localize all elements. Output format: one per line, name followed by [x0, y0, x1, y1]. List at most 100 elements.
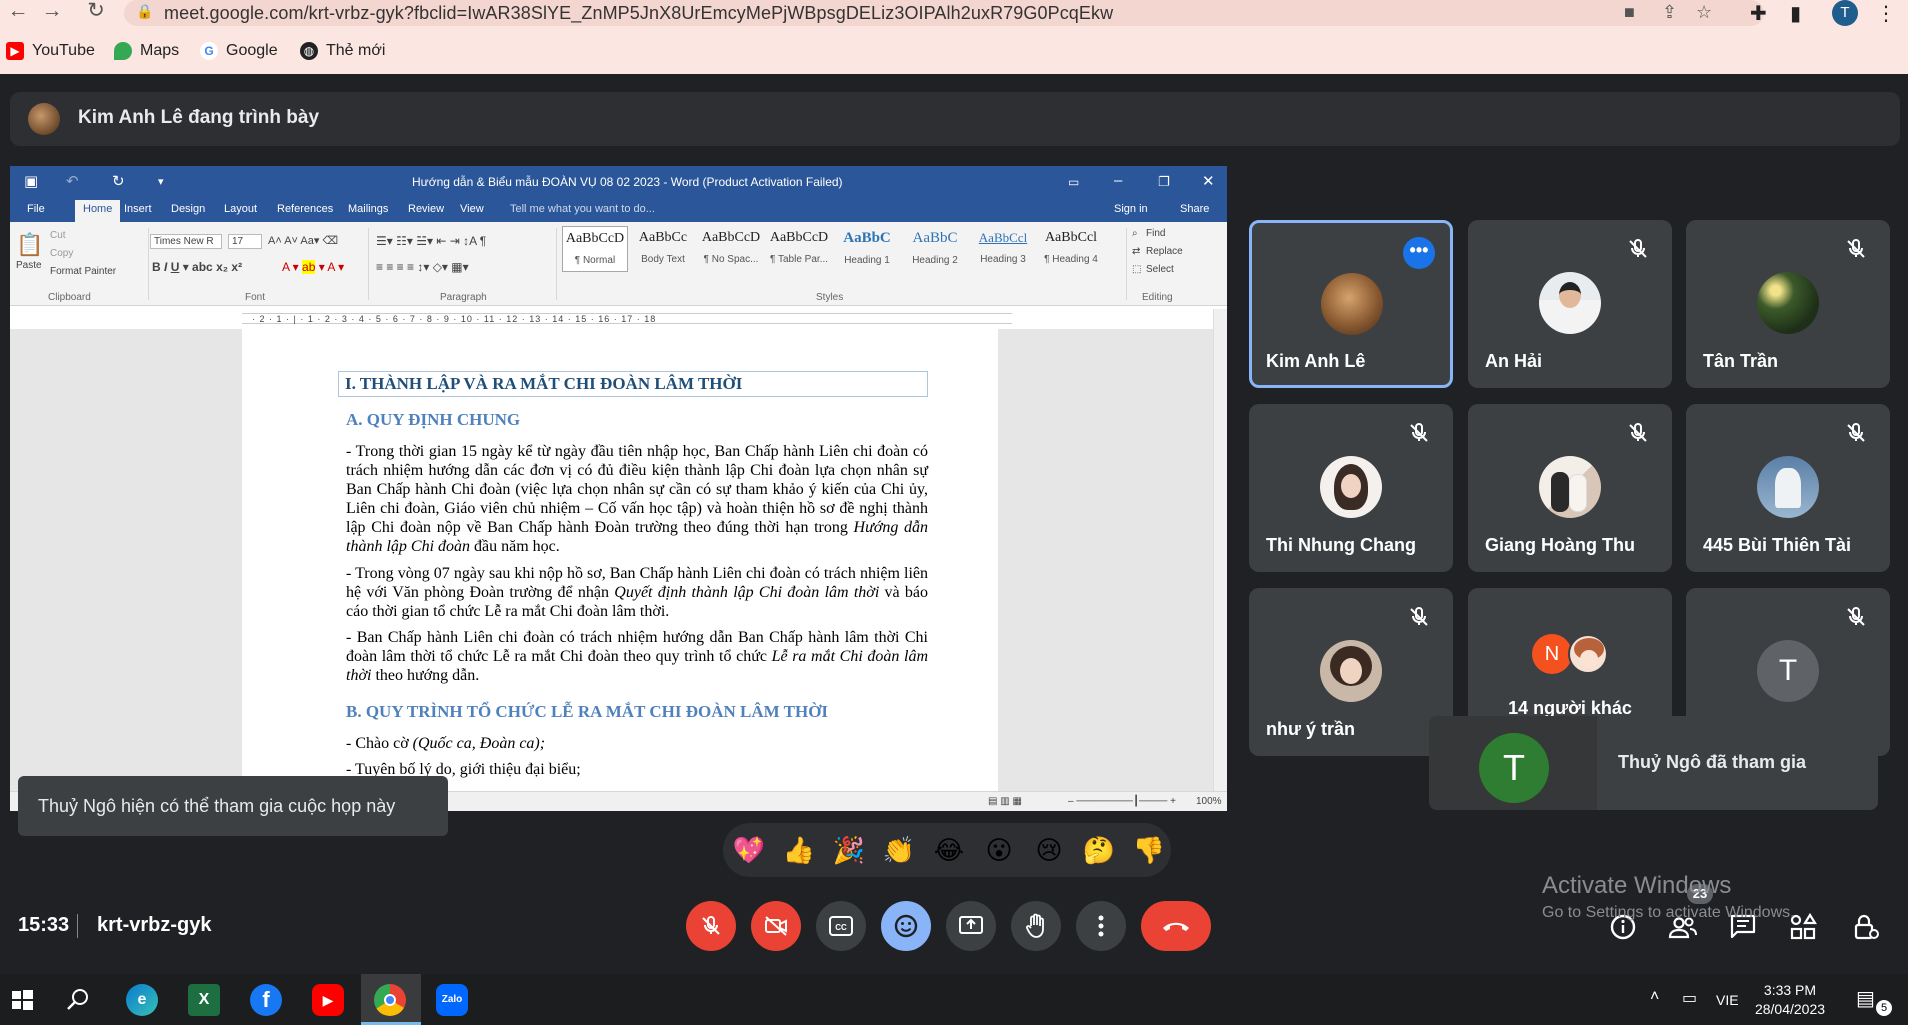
hand-icon	[1026, 913, 1044, 938]
reaction-thumbs-down[interactable]: 👎	[1131, 832, 1167, 868]
reaction-thinking[interactable]: 🤔	[1081, 832, 1117, 868]
word-title-bar: ▣ ↶ ↻ ▾ Hướng dẫn & Biểu mẫu ĐOÀN VỤ 08 …	[10, 166, 1227, 198]
mic-toggle-button[interactable]	[686, 901, 736, 951]
reactions-button[interactable]	[881, 901, 931, 951]
cut-label: Cut	[50, 230, 66, 241]
ribbon-divider	[368, 228, 369, 300]
leave-call-button[interactable]	[1141, 901, 1211, 951]
doc-paragraph-2: - Trong vòng 07 ngày sau khi nộp hồ sơ, …	[346, 565, 929, 620]
reaction-sad[interactable]: 😢	[1031, 832, 1067, 868]
battery-icon[interactable]: ▭	[1682, 988, 1697, 1008]
excel-icon[interactable]: X	[188, 984, 220, 1016]
mic-off-icon	[1410, 606, 1428, 626]
youtube-icon[interactable]: ▶	[312, 984, 344, 1016]
reload-icon[interactable]: ↻	[82, 0, 110, 24]
tell-me-search: Tell me what you want to do...	[510, 203, 655, 215]
clock-time: 3:33 PM	[1763, 982, 1817, 998]
url-text[interactable]: meet.google.com/krt-vrbz-gyk?fbclid=IwAR…	[164, 3, 1113, 24]
doc-heading-b: B. QUY TRÌNH TỔ CHỨC LỄ RA MẮT CHI ĐOÀN …	[346, 702, 829, 721]
chrome-icon[interactable]	[374, 984, 406, 1016]
select-label: Select	[1146, 264, 1174, 275]
bookmark-label: Maps	[140, 42, 180, 59]
language-indicator[interactable]: VIE	[1716, 992, 1739, 1008]
address-bar[interactable]: 🔒 meet.google.com/krt-vrbz-gyk?fbclid=Iw…	[124, 0, 1764, 26]
emoji-icon	[894, 914, 918, 938]
bookmark-maps[interactable]: Maps	[114, 39, 179, 63]
font-grow-icon: A˄ A˅ Aa▾ ⌫	[268, 235, 339, 247]
more-options-button[interactable]: •••	[1403, 237, 1435, 269]
zalo-icon[interactable]: Zalo	[436, 984, 468, 1016]
clipboard-group-label: Clipboard	[48, 292, 91, 303]
editing-group-label: Editing	[1142, 292, 1173, 303]
camera-icon[interactable]: ■	[1624, 2, 1635, 23]
word-ribbon: 📋 Paste Cut Copy Format Painter Clipboar…	[10, 222, 1227, 306]
profile-avatar[interactable]: T	[1832, 0, 1858, 26]
raise-hand-button[interactable]	[1011, 901, 1061, 951]
notifications-icon[interactable]: ▤	[1856, 986, 1875, 1011]
find-label: Find	[1146, 228, 1166, 239]
extensions-icon[interactable]: ✚	[1750, 1, 1767, 26]
mic-off-icon	[702, 915, 720, 935]
participant-tile[interactable]: Giang Hoàng Thu	[1468, 404, 1672, 572]
participant-tile[interactable]: An Hải	[1468, 220, 1672, 388]
bookmark-star-icon[interactable]: ☆	[1696, 2, 1712, 23]
restore-icon: ❐	[1158, 174, 1170, 189]
doc-paragraph-3: - Ban Chấp hành Liên chi đoàn có trách n…	[346, 629, 928, 684]
reaction-thumbs-up[interactable]: 👍	[781, 832, 817, 868]
tab-layout: Layout	[224, 203, 258, 215]
reaction-laugh[interactable]: 😂	[931, 832, 967, 868]
participant-joined-toast[interactable]: T Thuỷ Ngô đã tham gia	[1429, 716, 1878, 810]
facebook-icon[interactable]: f	[250, 984, 282, 1016]
participant-tile[interactable]: Tân Trần	[1686, 220, 1890, 388]
word-ribbon-tabs: File Home Insert Design Layout Reference…	[10, 198, 1227, 222]
reaction-surprised[interactable]: 😮	[981, 832, 1017, 868]
host-controls-icon[interactable]	[1850, 912, 1880, 942]
reaction-clap[interactable]: 👏	[881, 832, 917, 868]
reaction-heart[interactable]: 💖	[731, 832, 767, 868]
participant-tile[interactable]: 445 Bùi Thiên Tài	[1686, 404, 1890, 572]
avatar	[1757, 456, 1819, 518]
find-icon: ⌕	[1132, 228, 1138, 239]
bookmark-google[interactable]: G Google	[200, 39, 278, 63]
participant-tile[interactable]: như ý trần	[1249, 588, 1453, 756]
notification-count: 5	[1876, 1000, 1892, 1016]
bookmark-new-tab[interactable]: ◍ Thẻ mới	[300, 39, 385, 63]
zoom-level: 100%	[1196, 796, 1222, 807]
search-icon[interactable]	[62, 984, 94, 1016]
back-icon[interactable]: ←	[4, 0, 32, 24]
menu-kebab-icon[interactable]: ⋮	[1876, 1, 1896, 26]
captions-button[interactable]: CC	[816, 901, 866, 951]
participant-tile[interactable]: ••• Kim Anh Lê	[1249, 220, 1453, 388]
avatar	[1539, 272, 1601, 334]
activate-windows-watermark: Activate Windows Go to Settings to activ…	[1542, 872, 1795, 922]
clock[interactable]: 3:33 PM 28/04/2023	[1752, 981, 1828, 1019]
captions-icon: CC	[829, 916, 853, 936]
tray-chevron-icon[interactable]: ˄	[1650, 988, 1659, 1006]
present-button[interactable]	[946, 901, 996, 951]
zoom-slider: – ────────┃──── +	[1068, 796, 1176, 807]
more-options-button[interactable]	[1076, 901, 1126, 951]
paste-label: Paste	[16, 260, 42, 271]
shared-screen-word: ▣ ↶ ↻ ▾ Hướng dẫn & Biểu mẫu ĐOÀN VỤ 08 …	[10, 166, 1227, 811]
bookmark-youtube[interactable]: ▶ YouTube	[6, 39, 95, 63]
tab-design: Design	[171, 203, 206, 215]
bookmark-label: YouTube	[32, 42, 95, 59]
participant-tile[interactable]: Thi Nhung Chang	[1249, 404, 1453, 572]
side-panel-icon[interactable]: ▮	[1790, 1, 1801, 26]
clock-date: 28/04/2023	[1754, 1001, 1826, 1017]
lock-icon[interactable]: 🔒	[136, 3, 153, 20]
tab-file: File	[27, 203, 45, 215]
forward-icon[interactable]: →	[38, 0, 66, 24]
start-icon[interactable]	[6, 984, 38, 1016]
style-normal: AaBbCcD ¶ Normal	[562, 226, 628, 272]
can-join-toast[interactable]: Thuỷ Ngô hiện có thể tham gia cuộc họp n…	[18, 776, 448, 836]
watermark-title: Activate Windows	[1542, 872, 1732, 899]
tab-home: Home	[75, 200, 121, 222]
reactions-bar: 💖 👍 🎉 👏 😂 😮 😢 🤔 👎	[723, 823, 1171, 877]
reaction-party[interactable]: 🎉	[831, 832, 867, 868]
share-icon[interactable]: ⇪	[1662, 2, 1677, 23]
styles-group-label: Styles	[816, 292, 844, 303]
camera-toggle-button[interactable]	[751, 901, 801, 951]
mic-off-icon	[1629, 238, 1647, 258]
edge-icon[interactable]: e	[126, 984, 158, 1016]
